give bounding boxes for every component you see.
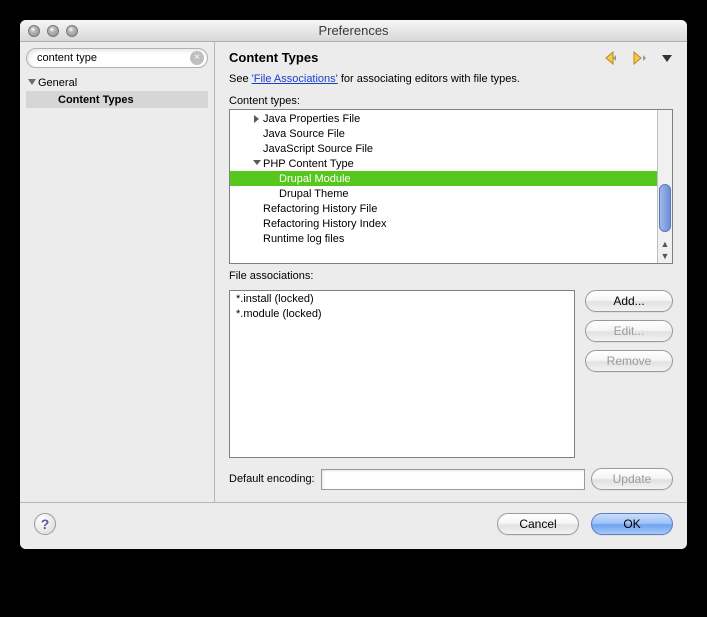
- zoom-icon[interactable]: [66, 25, 78, 37]
- intro-suffix: for associating editors with file types.: [338, 73, 520, 85]
- content-type-label: Drupal Module: [277, 173, 351, 185]
- content-type-row[interactable]: Refactoring History Index: [230, 216, 672, 231]
- search-input[interactable]: [26, 48, 208, 68]
- content-type-row[interactable]: Drupal Theme: [230, 186, 672, 201]
- content-type-label: Refactoring History File: [261, 203, 377, 215]
- titlebar[interactable]: Preferences: [20, 20, 687, 42]
- footer: ? Cancel OK: [20, 502, 687, 549]
- edit-button[interactable]: Edit...: [585, 320, 673, 342]
- content-type-label: JavaScript Source File: [261, 143, 373, 155]
- window-controls: [28, 25, 78, 37]
- file-associations-list[interactable]: *.install (locked)*.module (locked): [229, 290, 575, 458]
- chevron-down-icon: [28, 78, 37, 87]
- sidebar-item-general[interactable]: General: [26, 74, 208, 91]
- help-icon[interactable]: ?: [34, 513, 56, 535]
- content-types-tree[interactable]: Java Properties File Java Source File Java…: [229, 109, 673, 264]
- content-type-row[interactable]: JavaScript Source File: [230, 141, 672, 156]
- menu-icon[interactable]: [661, 52, 673, 64]
- chevron-down-icon[interactable]: [252, 158, 261, 170]
- nav-arrows: [605, 51, 673, 65]
- content-type-label: PHP Content Type: [261, 158, 354, 170]
- main-header: Content Types: [229, 50, 673, 65]
- file-association-item[interactable]: *.module (locked): [230, 307, 574, 322]
- intro-prefix: See: [229, 73, 252, 85]
- content-type-row[interactable]: Java Source File: [230, 126, 672, 141]
- file-associations-wrap: *.install (locked)*.module (locked): [229, 290, 575, 458]
- close-icon[interactable]: [28, 25, 40, 37]
- remove-button[interactable]: Remove: [585, 350, 673, 372]
- scroll-down-icon[interactable]: ▼: [660, 251, 670, 263]
- back-icon[interactable]: [605, 51, 627, 65]
- preferences-window: Preferences × General Content Types Cont: [20, 20, 687, 549]
- encoding-row: Default encoding: Update: [229, 468, 673, 490]
- content-type-row[interactable]: Drupal Module: [230, 171, 672, 186]
- sidebar-item-label: General: [38, 77, 77, 89]
- content-type-row[interactable]: PHP Content Type: [230, 156, 672, 171]
- content-type-row[interactable]: Runtime log files: [230, 231, 672, 246]
- sidebar: × General Content Types: [20, 42, 215, 502]
- dialog-body: × General Content Types Content Types: [20, 42, 687, 502]
- clear-search-icon[interactable]: ×: [190, 51, 204, 65]
- chevron-right-icon[interactable]: [252, 113, 261, 125]
- search-wrap: ×: [26, 48, 208, 68]
- sidebar-item-label: Content Types: [58, 94, 134, 106]
- scrollbar-thumb[interactable]: [659, 184, 671, 232]
- association-buttons: Add... Edit... Remove: [585, 290, 673, 458]
- content-type-row[interactable]: Refactoring History File: [230, 201, 672, 216]
- content-type-label: Refactoring History Index: [261, 218, 387, 230]
- file-associations-label: File associations:: [229, 270, 673, 282]
- add-button[interactable]: Add...: [585, 290, 673, 312]
- file-associations-section: *.install (locked)*.module (locked) Add.…: [229, 290, 673, 458]
- sidebar-tree: General Content Types: [26, 74, 208, 108]
- update-button[interactable]: Update: [591, 468, 673, 490]
- scroll-up-icon[interactable]: ▲: [660, 239, 670, 251]
- content-type-label: Java Properties File: [261, 113, 360, 125]
- file-associations-link[interactable]: 'File Associations': [252, 73, 338, 85]
- content-type-label: Runtime log files: [261, 233, 344, 245]
- content-type-label: Java Source File: [261, 128, 345, 140]
- page-title: Content Types: [229, 50, 605, 65]
- intro-text: See 'File Associations' for associating …: [229, 73, 673, 85]
- minimize-icon[interactable]: [47, 25, 59, 37]
- ok-button[interactable]: OK: [591, 513, 673, 535]
- sidebar-item-content-types[interactable]: Content Types: [26, 91, 208, 108]
- forward-icon[interactable]: [633, 51, 655, 65]
- content-types-label: Content types:: [229, 95, 673, 107]
- window-title: Preferences: [20, 23, 687, 38]
- main-panel: Content Types See 'File Associations' fo…: [215, 42, 687, 502]
- content-type-label: Drupal Theme: [277, 188, 349, 200]
- default-encoding-label: Default encoding:: [229, 473, 315, 485]
- content-type-row[interactable]: Java Properties File: [230, 111, 672, 126]
- scrollbar[interactable]: ▲ ▼: [657, 110, 672, 263]
- default-encoding-input[interactable]: [321, 469, 585, 490]
- file-association-item[interactable]: *.install (locked): [230, 292, 574, 307]
- cancel-button[interactable]: Cancel: [497, 513, 579, 535]
